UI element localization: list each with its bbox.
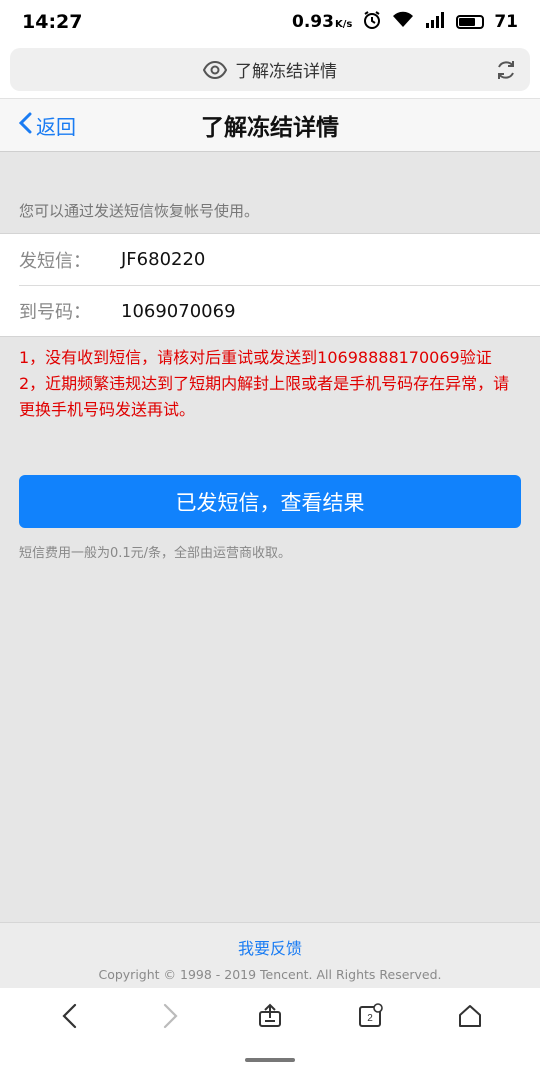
battery-icon <box>456 15 485 29</box>
tab-count: 2 <box>367 1013 373 1024</box>
home-icon[interactable] <box>440 994 500 1038</box>
sms-number-label: 到号码： <box>19 302 91 323</box>
check-result-button[interactable]: 已发短信，查看结果 <box>19 475 521 528</box>
alarm-icon <box>362 10 382 35</box>
tabs-icon[interactable]: 2 <box>340 994 400 1038</box>
wifi-icon <box>392 11 414 34</box>
back-arrow-icon[interactable] <box>40 994 100 1038</box>
address-bar-container: 了解冻结详情 <box>0 44 540 98</box>
sms-number-row: 到号码： 1069070069 <box>19 285 540 336</box>
chevron-left-icon <box>18 112 36 139</box>
eye-icon <box>203 60 227 79</box>
main-content: 您可以通过发送短信恢复帐号使用。 发短信： JF680220 到号码： 1069… <box>0 152 540 922</box>
status-time: 14:27 <box>22 11 83 33</box>
signal-icon <box>424 11 446 34</box>
network-speed-value: 0.93 <box>292 12 334 32</box>
sms-number-value: 1069070069 <box>121 300 236 322</box>
copyright-text: Copyright © 1998 - 2019 Tencent. All Rig… <box>98 967 442 982</box>
instruction-text: 您可以通过发送短信恢复帐号使用。 <box>19 202 260 220</box>
fee-note: 短信费用一般为0.1元/条，全部由运营商收取。 <box>19 546 292 561</box>
network-speed-unit: K/s <box>334 19 353 30</box>
sms-content-value: JF680220 <box>121 249 206 270</box>
forward-arrow-icon[interactable] <box>140 994 200 1038</box>
share-icon[interactable] <box>240 994 300 1038</box>
warning-notes: 1，没有收到短信，请核对后重试或发送到106988881700​69验证 2，近… <box>19 345 524 423</box>
warning-note-2: 2，近期频繁违规达到了短期内解封上限或者是手机号码存在异常，请更换手机号码发送再… <box>19 374 510 419</box>
back-label: 返回 <box>36 114 76 139</box>
refresh-icon[interactable] <box>494 58 518 82</box>
address-bar-title: 了解冻结详情 <box>235 62 337 82</box>
page-header: 返回 了解冻结详情 <box>0 98 540 152</box>
back-button[interactable]: 返回 <box>18 99 76 151</box>
network-speed: 0.93 K/s <box>292 12 352 32</box>
status-icons: 0.93 K/s 71 <box>292 10 518 35</box>
warning-note-1: 1，没有收到短信，请核对后重试或发送到106988881700​69验证 <box>19 348 492 367</box>
sms-content-row: 发短信： JF680220 <box>0 234 540 285</box>
address-bar[interactable]: 了解冻结详情 <box>10 48 530 91</box>
browser-toolbar: 2 <box>0 988 540 1044</box>
page-title: 了解冻结详情 <box>201 115 339 141</box>
status-bar: 14:27 0.93 K/s 71 <box>0 0 540 44</box>
feedback-link[interactable]: 我要反馈 <box>0 935 540 959</box>
sms-info-list: 发短信： JF680220 到号码： 1069070069 <box>0 233 540 337</box>
page-footer: 我要反馈 Copyright © 1998 - 2019 Tencent. Al… <box>0 922 540 988</box>
battery-percent: 71 <box>494 12 518 32</box>
gesture-bar[interactable] <box>245 1058 295 1062</box>
sms-content-label: 发短信： <box>19 250 91 272</box>
